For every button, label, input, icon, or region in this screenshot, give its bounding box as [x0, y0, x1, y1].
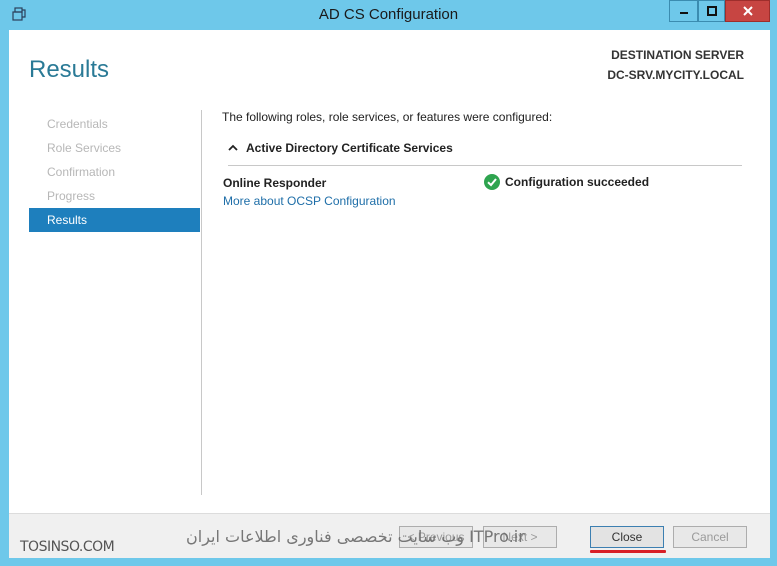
results-intro: The following roles, role services, or f… [222, 110, 553, 124]
role-name: Online Responder [223, 176, 327, 190]
nav-divider [201, 110, 202, 495]
close-icon [742, 6, 753, 16]
nav-item-role-services: Role Services [47, 141, 122, 155]
maximize-button[interactable] [698, 0, 725, 22]
section-title: Active Directory Certificate Services [246, 141, 453, 155]
cancel-button[interactable]: Cancel [673, 526, 747, 548]
chevron-up-icon[interactable] [228, 144, 238, 152]
nav-item-confirmation: Confirmation [47, 165, 116, 179]
destination-server-name: DC-SRV.MYCITY.LOCAL [607, 68, 744, 82]
wizard-nav: Credentials Role Services Confirmation P… [29, 112, 200, 232]
destination-server-label: DESTINATION SERVER [611, 48, 744, 62]
wizard-footer: TOSINSO.COM < Previous Next > وب سایت تخ… [9, 513, 770, 558]
wizard-client-area: Results DESTINATION SERVER DC-SRV.MYCITY… [9, 30, 770, 558]
success-check-icon [484, 174, 500, 190]
section-divider [228, 165, 742, 166]
close-button[interactable]: Close [590, 526, 664, 548]
ocsp-configuration-link[interactable]: More about OCSP Configuration [223, 194, 396, 208]
minimize-button[interactable] [669, 0, 698, 22]
nav-item-progress: Progress [47, 189, 96, 203]
role-status-text: Configuration succeeded [505, 175, 650, 189]
section-header[interactable]: Active Directory Certificate Services [228, 141, 453, 155]
window-title: AD CS Configuration [318, 6, 459, 23]
maximize-icon [706, 6, 717, 16]
title-bar[interactable]: AD CS Configuration [0, 0, 777, 30]
role-status: Configuration succeeded [484, 174, 649, 190]
watermark-tosinso: TOSINSO.COM [20, 539, 115, 555]
close-window-button[interactable] [725, 0, 770, 22]
watermark-itpro: وب سایت تخصصی فناوری اطلاعات ایران ITPro… [186, 527, 525, 546]
nav-item-credentials: Credentials [47, 117, 108, 131]
minimize-icon [679, 12, 688, 14]
close-button-highlight [590, 550, 666, 553]
app-window: AD CS Configuration Results DESTINATION … [0, 0, 777, 566]
page-title: Results [29, 56, 110, 83]
nav-item-results[interactable]: Results [29, 208, 200, 232]
